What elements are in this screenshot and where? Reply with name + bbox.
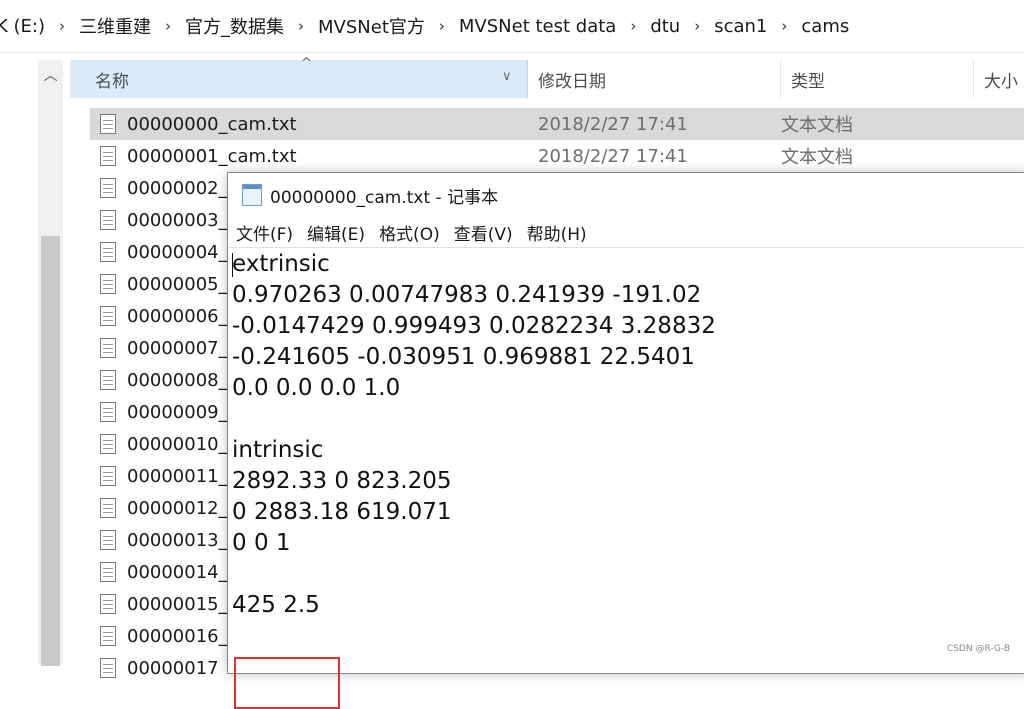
notepad-menu-item[interactable]: 文件(F)	[228, 220, 300, 245]
watermark: CSDN @R-G-B	[946, 644, 1010, 654]
file-type: 文本文档	[781, 147, 853, 168]
notepad-menu-bar: 文件(F) 编辑(E) 格式(O) 查看(V) 帮助(H)	[228, 217, 1024, 248]
scroll-up-arrow-icon[interactable]: ︿	[38, 60, 63, 90]
text-line: 0 2883.18 619.071	[232, 499, 452, 525]
breadcrumb-item[interactable]: scan1	[706, 16, 775, 37]
notepad-title: 00000000_cam.txt - 记事本	[270, 187, 499, 208]
text-line: 0.970263 0.00747983 0.241939 -191.02	[232, 282, 702, 308]
text-file-icon	[100, 626, 116, 646]
notepad-menu-item[interactable]: 编辑(E)	[300, 220, 372, 245]
column-header-size-label: 大小	[984, 71, 1018, 92]
text-file-icon	[100, 274, 116, 294]
column-header-type[interactable]: 类型	[780, 60, 970, 98]
column-header-date[interactable]: 修改日期	[538, 60, 768, 98]
chevron-right-icon[interactable]: ›	[775, 17, 793, 35]
text-line: -0.241605 -0.030951 0.969881 22.5401	[232, 344, 695, 370]
notepad-text-area[interactable]: extrinsic 0.970263 0.00747983 0.241939 -1…	[232, 249, 1012, 709]
chevron-right-icon[interactable]: ›	[688, 17, 706, 35]
explorer-scrollbar[interactable]: ︿	[38, 60, 63, 666]
text-file-icon	[100, 466, 116, 486]
text-file-icon	[100, 370, 116, 390]
text-file-icon	[100, 434, 116, 454]
sort-ascending-icon: ^	[301, 56, 312, 71]
notepad-menu-item[interactable]: 帮助(H)	[520, 220, 594, 245]
file-type: 文本文档	[781, 115, 853, 136]
text-file-icon	[100, 306, 116, 326]
notepad-app-icon	[242, 184, 262, 206]
annotation-highlight-box	[234, 657, 340, 709]
breadcrumb-item[interactable]: 三维重建	[71, 13, 159, 39]
text-line: 2892.33 0 823.205	[232, 468, 452, 494]
text-line: 0.0 0.0 0.0 1.0	[232, 375, 401, 401]
column-header-row: 名称 ^ ∨ 修改日期 类型 大小	[70, 56, 1024, 98]
scrollbar-thumb[interactable]	[41, 236, 60, 666]
breadcrumb-item[interactable]: dtu	[642, 16, 688, 37]
breadcrumb-item[interactable]: MVSNet官方	[310, 13, 433, 39]
notepad-menu-item[interactable]: 格式(O)	[372, 220, 447, 245]
text-line	[232, 559, 1012, 590]
file-row[interactable]: 00000000_cam.txt 2018/2/27 17:41 文本文档	[90, 108, 1024, 140]
notepad-title-bar[interactable]: 00000000_cam.txt - 记事本	[228, 173, 1024, 217]
chevron-down-icon[interactable]: ∨	[502, 69, 512, 84]
text-file-icon	[100, 210, 116, 230]
text-caret	[232, 253, 233, 277]
text-file-icon	[100, 178, 116, 198]
column-header-name-label: 名称	[95, 71, 129, 92]
text-file-icon	[100, 498, 116, 518]
text-file-icon	[100, 242, 116, 262]
text-line: intrinsic	[232, 437, 324, 463]
file-modified-date: 2018/2/27 17:41	[538, 145, 688, 167]
text-file-icon	[100, 114, 116, 134]
breadcrumb-item[interactable]: 官方_数据集	[177, 13, 292, 39]
column-header-size[interactable]: 大小	[973, 60, 1024, 98]
text-file-icon	[100, 402, 116, 422]
text-line: -0.0147429 0.999493 0.0282234 3.28832	[232, 313, 716, 339]
chevron-right-icon[interactable]: ›	[53, 17, 71, 35]
text-file-icon	[100, 658, 116, 678]
text-line: extrinsic	[232, 251, 330, 277]
text-line: 0 0 1	[232, 530, 291, 556]
text-file-icon	[100, 530, 116, 550]
notepad-window: 00000000_cam.txt - 记事本 文件(F) 编辑(E) 格式(O) 查看…	[227, 172, 1024, 709]
column-header-type-label: 类型	[791, 71, 825, 92]
chevron-right-icon[interactable]: ›	[159, 17, 177, 35]
text-file-icon	[100, 594, 116, 614]
text-file-icon	[100, 146, 116, 166]
breadcrumb: K (E:) › 三维重建 › 官方_数据集 › MVSNet官方 › MVSNet test …	[0, 0, 1024, 53]
text-line	[232, 404, 1012, 435]
file-name: 00000001_cam.txt	[127, 145, 297, 167]
column-header-name[interactable]: 名称 ^ ∨	[70, 56, 528, 98]
text-line: 425 2.5	[232, 592, 320, 618]
file-row[interactable]: 00000001_cam.txt 2018/2/27 17:41 文本文档	[90, 140, 1024, 172]
column-header-date-label: 修改日期	[538, 71, 606, 92]
chevron-right-icon[interactable]: ›	[292, 17, 310, 35]
chevron-right-icon[interactable]: ›	[624, 17, 642, 35]
text-file-icon	[100, 562, 116, 582]
file-name: 00000000_cam.txt	[127, 113, 297, 135]
chevron-right-icon[interactable]: ›	[433, 17, 451, 35]
notepad-menu-item[interactable]: 查看(V)	[447, 220, 520, 245]
file-modified-date: 2018/2/27 17:41	[538, 113, 688, 135]
breadcrumb-item[interactable]: cams	[793, 16, 857, 37]
text-file-icon	[100, 338, 116, 358]
breadcrumb-item[interactable]: MVSNet test data	[451, 16, 624, 37]
breadcrumb-item[interactable]: K (E:)	[0, 16, 53, 37]
